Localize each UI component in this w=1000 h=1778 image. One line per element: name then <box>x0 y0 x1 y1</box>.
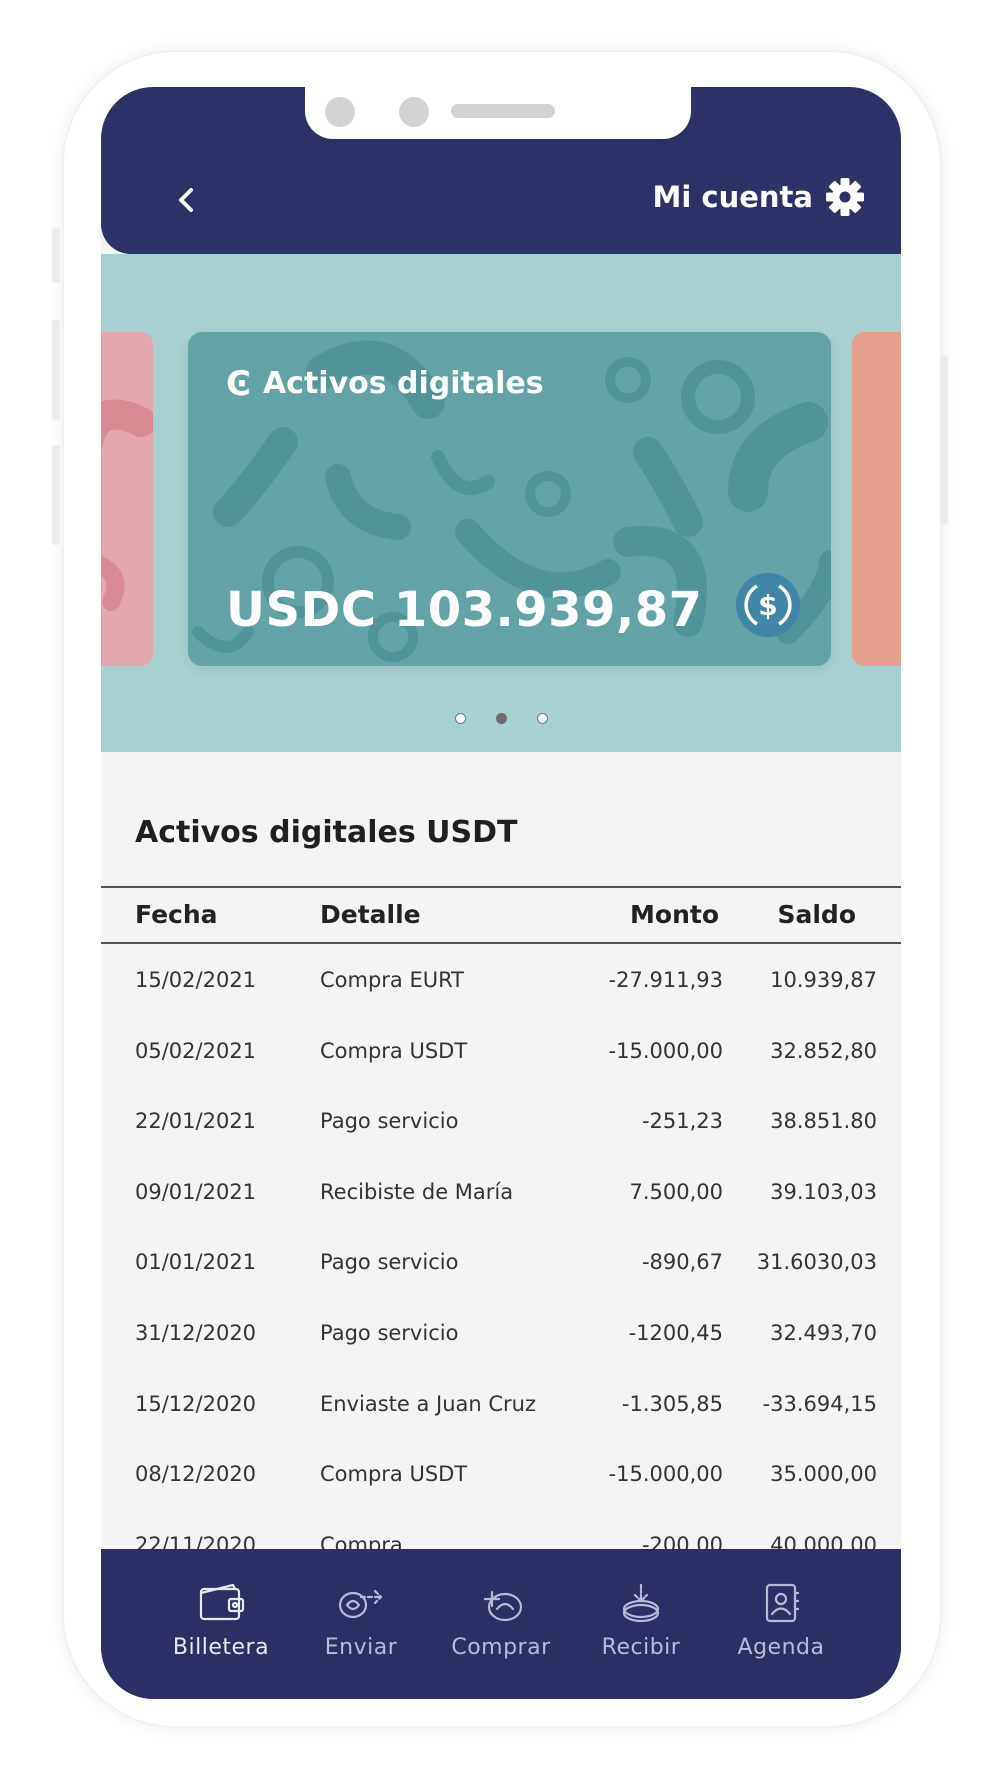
table-row[interactable]: 01/01/2021 Pago servicio -890,67 31.6030,03 <box>101 1226 901 1297</box>
cell-monto: -15.000,00 <box>608 1038 723 1063</box>
table-header: Fecha Detalle Monto Saldo <box>101 886 901 944</box>
app-screen: Mi cuenta Ͼ Activos digitales USDC 103.9… <box>101 87 901 1699</box>
cell-detalle: Recibiste de María <box>320 1179 514 1204</box>
table-row[interactable]: 22/01/2021 Pago servicio -251,23 38.851.80 <box>101 1085 901 1156</box>
cell-monto: -890,67 <box>641 1250 723 1275</box>
buy-icon <box>483 1590 523 1622</box>
table-row[interactable]: 15/12/2020 Enviaste a Juan Cruz -1.305,85 -… <box>101 1368 901 1439</box>
phone-notch <box>305 87 691 139</box>
table-row[interactable]: 15/02/2021 Compra EURT -27.911,93 10.939,87 <box>101 944 901 1015</box>
column-header-monto: Monto <box>630 900 719 929</box>
nav-item-enviar[interactable]: Enviar <box>301 1549 421 1699</box>
pager-dot[interactable] <box>536 713 548 724</box>
receive-icon <box>622 1583 660 1623</box>
nav-item-recibir[interactable]: Recibir <box>581 1549 701 1699</box>
nav-label: Recibir <box>601 1635 681 1660</box>
nav-label: Billetera <box>172 1635 270 1660</box>
cell-monto: -1200,45 <box>628 1320 723 1345</box>
cell-saldo: 39.103,03 <box>770 1179 877 1204</box>
transactions-list[interactable]: 15/02/2021 Compra EURT -27.911,93 10.939,87… <box>101 944 901 1579</box>
nav-label: Agenda <box>737 1635 825 1660</box>
table-row[interactable]: 09/01/2021 Recibiste de María 7.500,00 39.1… <box>101 1156 901 1227</box>
usdc-coin-icon: $ <box>736 573 800 637</box>
cell-fecha: 15/02/2021 <box>135 968 257 992</box>
nav-label: Enviar <box>324 1635 398 1660</box>
phone-side-button <box>52 228 60 283</box>
cell-detalle: Pago servicio <box>320 1109 459 1134</box>
cell-fecha: 08/12/2020 <box>135 1462 257 1487</box>
pager-dot[interactable] <box>454 713 466 724</box>
cell-monto: -27.911,93 <box>608 968 723 992</box>
chevron-left-icon <box>179 188 193 212</box>
cell-monto: -1.305,85 <box>621 1391 723 1416</box>
cell-detalle: Pago servicio <box>320 1250 459 1275</box>
phone-side-button <box>52 320 60 420</box>
digital-assets-card[interactable]: Ͼ Activos digitales USDC 103.939,87 $ <box>188 332 831 666</box>
cell-saldo: 35.000,00 <box>770 1462 877 1487</box>
table-row[interactable]: 05/02/2021 Compra USDT -15.000,00 32.852,80 <box>101 1015 901 1086</box>
send-money-icon <box>338 1589 383 1619</box>
currency-c-icon: Ͼ <box>226 363 251 404</box>
phone-side-button <box>940 355 948 525</box>
contacts-icon <box>765 1583 800 1623</box>
cell-monto: 7.500,00 <box>629 1179 723 1204</box>
table-row[interactable]: 31/12/2020 Pago servicio -1200,45 32.493,70 <box>101 1297 901 1368</box>
gear-icon <box>826 178 864 216</box>
card-balance: USDC 103.939,87 <box>226 582 703 638</box>
nav-item-comprar[interactable]: Comprar <box>441 1549 561 1699</box>
cell-fecha: 09/01/2021 <box>135 1179 257 1204</box>
cell-saldo: 32.852,80 <box>770 1038 877 1063</box>
account-label: Mi cuenta <box>652 180 813 214</box>
cell-detalle: Pago servicio <box>320 1320 459 1345</box>
cell-detalle: Compra EURT <box>320 968 465 992</box>
cell-fecha: 31/12/2020 <box>135 1320 257 1345</box>
nav-item-billetera[interactable]: Billetera <box>161 1549 281 1699</box>
column-header-fecha: Fecha <box>135 900 218 929</box>
cell-detalle: Compra USDT <box>320 1038 468 1063</box>
next-card[interactable] <box>852 332 901 666</box>
cell-saldo: 10.939,87 <box>770 968 877 992</box>
svg-text:$: $ <box>758 589 777 622</box>
account-settings-button[interactable]: Mi cuenta <box>653 175 865 219</box>
nav-item-agenda[interactable]: Agenda <box>721 1549 841 1699</box>
cell-saldo: -33.694,15 <box>762 1391 877 1416</box>
section-title: Activos digitales USDT <box>135 815 518 850</box>
cell-saldo: 38.851.80 <box>770 1109 877 1134</box>
column-header-detalle: Detalle <box>320 900 421 929</box>
cell-fecha: 15/12/2020 <box>135 1391 257 1416</box>
cell-monto: -15.000,00 <box>608 1462 723 1487</box>
cell-detalle: Compra USDT <box>320 1462 468 1487</box>
previous-card[interactable] <box>101 332 153 666</box>
carousel-pager <box>101 713 901 724</box>
cell-fecha: 01/01/2021 <box>135 1250 257 1275</box>
cell-saldo: 31.6030,03 <box>756 1250 877 1275</box>
cards-carousel[interactable]: Ͼ Activos digitales USDC 103.939,87 $ <box>101 254 901 752</box>
wallet-icon <box>199 1583 245 1621</box>
cell-fecha: 22/01/2021 <box>135 1109 257 1134</box>
pager-dot-active[interactable] <box>495 713 507 724</box>
nav-label: Comprar <box>451 1635 551 1660</box>
cell-monto: -251,23 <box>641 1109 723 1134</box>
cell-detalle: Enviaste a Juan Cruz <box>320 1391 537 1416</box>
card-title-label: Activos digitales <box>262 366 544 401</box>
column-header-saldo: Saldo <box>777 900 856 929</box>
cell-saldo: 32.493,70 <box>770 1320 877 1345</box>
cell-fecha: 05/02/2021 <box>135 1038 257 1063</box>
table-row[interactable]: 08/12/2020 Compra USDT -15.000,00 35.000,00 <box>101 1438 901 1509</box>
back-button[interactable] <box>171 185 201 215</box>
phone-side-button <box>52 445 60 545</box>
card-title: Ͼ Activos digitales <box>226 366 544 401</box>
bottom-navigation: Billetera Enviar Comprar Recibir Agenda <box>101 1549 901 1699</box>
